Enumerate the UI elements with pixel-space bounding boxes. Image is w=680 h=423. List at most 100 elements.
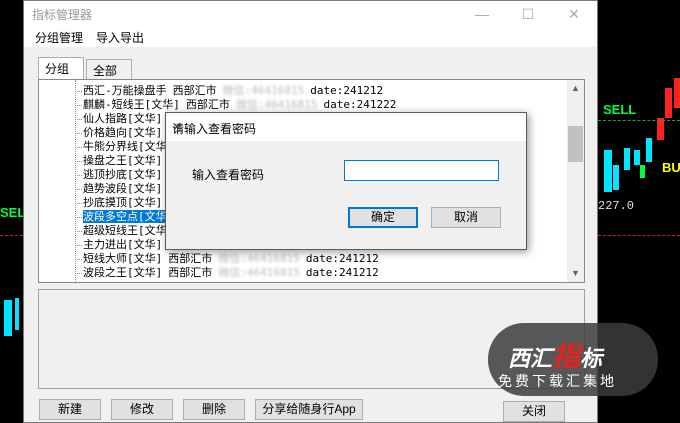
- tree-branch: [75, 133, 82, 134]
- close-window-button[interactable]: ✕: [551, 1, 597, 27]
- tree-item-name: 抄底摸顶[文华]: [83, 196, 163, 209]
- tree-branch: [75, 259, 82, 260]
- tree-item[interactable]: 西汇-万能操盘手 西部汇市 微信:46416815 date:241212: [75, 84, 384, 98]
- minimize-button[interactable]: —: [459, 1, 505, 27]
- tree-item[interactable]: 短线大师[文华] 西部汇市 微信:46416815 date:241212: [75, 252, 379, 266]
- tree-item-name: 仙人指路[文华]: [83, 112, 163, 125]
- dialog-title-bar: 请输入查看密码 ✕: [166, 113, 526, 141]
- candle-bar: [613, 165, 619, 190]
- ok-button[interactable]: 确定: [348, 207, 418, 228]
- tree-item[interactable]: 麒麟-短线王[文华] 西部汇市 微信:46416815 date:241222: [75, 98, 396, 112]
- tree-item[interactable]: 超级短线王[文华]: [75, 224, 174, 238]
- candle-bar: [15, 298, 19, 330]
- tree-item-name: 超级短线王[文华]: [83, 224, 174, 237]
- tree-item-contact: 微信:46416815: [235, 98, 318, 111]
- candle-bar: [624, 148, 630, 170]
- tree-item-contact: 微信:46416815: [218, 252, 300, 265]
- scroll-thumb[interactable]: [568, 126, 583, 162]
- tree-item-name: 麒麟-短线王[文华]: [83, 98, 180, 111]
- watermark-suffix: 标: [580, 346, 603, 371]
- new-button[interactable]: 新建: [39, 399, 101, 420]
- tree-item-date: date:241212: [305, 266, 379, 279]
- tree-item-region: 西部汇市: [172, 84, 217, 97]
- menu-import-export[interactable]: 导入导出: [96, 29, 144, 46]
- tree-item[interactable]: 波段之王[文华] 西部汇市 微信:46416815 date:241212: [75, 266, 379, 280]
- tree-item-contact: 微信:46416815: [218, 266, 300, 279]
- cancel-button[interactable]: 取消: [431, 207, 501, 228]
- tree-item[interactable]: 波段多空点[文华]: [75, 210, 174, 224]
- tree-item[interactable]: 操盘之王[文华]: [75, 154, 163, 168]
- maximize-button[interactable]: ☐: [505, 1, 551, 27]
- candle-bar: [646, 138, 652, 162]
- tree-item[interactable]: 抄底摸顶[文华]: [75, 196, 163, 210]
- tree-item-date: date:241212: [305, 252, 379, 265]
- candle-bar: [665, 88, 672, 118]
- candle-bar: [657, 118, 664, 140]
- modify-button[interactable]: 修改: [111, 399, 173, 420]
- tree-item[interactable]: 趋势波段[文华]: [75, 182, 163, 196]
- share-app-button[interactable]: 分享给随身行App: [255, 399, 363, 420]
- tree-branch: [75, 245, 82, 246]
- tree-item-date: date:241212: [310, 84, 384, 97]
- candle-bar: [640, 165, 645, 178]
- tree-scrollbar[interactable]: ▲ ▼: [567, 80, 584, 282]
- tree-item-name: 波段之王[文华]: [83, 266, 163, 279]
- tree-branch: [75, 217, 82, 218]
- menu-group-manage[interactable]: 分组管理: [35, 29, 83, 46]
- close-button[interactable]: 关闭: [503, 401, 565, 422]
- tab-group[interactable]: 分组: [38, 57, 84, 79]
- tree-item-region: 西部汇市: [168, 252, 213, 265]
- tree-item-name: 趋势波段[文华]: [83, 182, 163, 195]
- sell-label-right: SELL: [603, 102, 637, 117]
- tree-branch: [75, 161, 82, 162]
- scroll-up-icon[interactable]: ▲: [567, 80, 584, 97]
- watermark-logo: 西汇指标 免费下载汇集地: [488, 323, 658, 396]
- tree-item-name: 波段多空点[文华]: [83, 210, 174, 223]
- tree-item-name: 主力进出[文华]: [83, 238, 163, 251]
- tree-branch: [75, 105, 82, 106]
- tree-item-region: 西部汇市: [168, 266, 213, 279]
- level-line-right: [598, 235, 680, 236]
- watermark-prefix: 西汇: [508, 346, 553, 371]
- signal-line: [598, 120, 680, 121]
- watermark-title: 西汇指标: [508, 335, 602, 375]
- tab-all[interactable]: 全部: [86, 59, 132, 79]
- candle-bar: [634, 150, 640, 165]
- tree-branch: [75, 273, 82, 274]
- tree-branch: [75, 231, 82, 232]
- dialog-close-icon[interactable]: ✕: [172, 120, 520, 134]
- tree-item-name: 价格趋向[文华]: [83, 126, 163, 139]
- tree-branch: [75, 189, 82, 190]
- password-input[interactable]: [344, 160, 499, 181]
- watermark-subtitle: 免费下载汇集地: [498, 373, 617, 389]
- candle-bar: [674, 78, 680, 108]
- price-label: 227.0: [598, 199, 635, 213]
- password-dialog: 请输入查看密码 ✕ 输入查看密码 确定 取消: [165, 112, 527, 250]
- tree-item-name: 西汇-万能操盘手: [83, 84, 167, 97]
- tree-branch: [75, 119, 82, 120]
- tree-item-name: 短线大师[文华]: [83, 252, 163, 265]
- tree-connector: [75, 80, 76, 282]
- tree-item-name: 操盘之王[文华]: [83, 154, 163, 167]
- tree-branch: [75, 147, 82, 148]
- tree-item-name: 逃顶抄底[文华]: [83, 168, 163, 181]
- tree-item-contact: 微信:46416815: [222, 84, 305, 97]
- buy-label: BU: [662, 160, 680, 175]
- scroll-down-icon[interactable]: ▼: [567, 265, 584, 282]
- tree-branch: [75, 203, 82, 204]
- candle-bar: [604, 150, 612, 192]
- window-title: 指标管理器: [32, 8, 93, 22]
- level-line: [0, 235, 23, 236]
- tree-item[interactable]: 牛熊分界线[文华]: [75, 140, 173, 154]
- tree-item[interactable]: 主力进出[文华]: [75, 238, 163, 252]
- password-prompt: 输入查看密码: [192, 168, 265, 182]
- delete-button[interactable]: 删除: [183, 399, 245, 420]
- title-bar: 指标管理器 — ☐ ✕: [24, 1, 597, 27]
- menu-bar: 分组管理 导入导出: [24, 27, 597, 47]
- tree-branch: [75, 175, 82, 176]
- tree-branch: [75, 91, 82, 92]
- tree-item[interactable]: 逃顶抄底[文华]: [75, 168, 163, 182]
- tree-item[interactable]: 价格趋向[文华]: [75, 126, 163, 140]
- tree-item-region: 西部汇市: [185, 98, 230, 111]
- watermark-highlight: 指: [552, 341, 581, 372]
